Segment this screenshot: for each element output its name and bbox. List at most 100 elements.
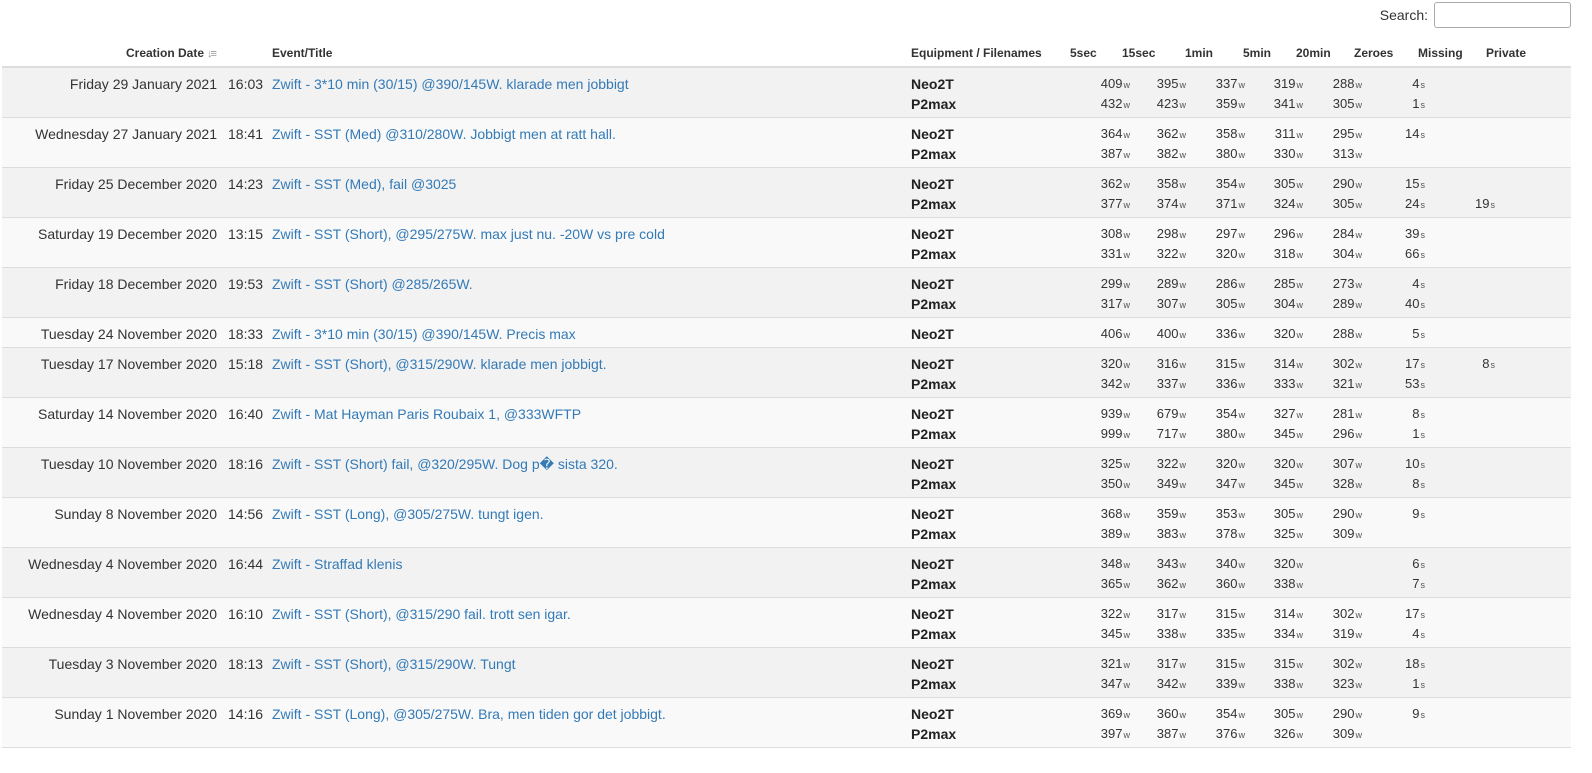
p5min-number: 326 [1273, 726, 1296, 741]
event-title-link[interactable]: Zwift - SST (Long), @305/275W. tungt ige… [272, 506, 544, 522]
p20min-number: 321 [1332, 376, 1355, 391]
equipment-name: Neo2T [911, 176, 954, 192]
event-title-link[interactable]: Zwift - SST (Short), @295/275W. max just… [272, 226, 665, 242]
p5min-number: 319 [1273, 76, 1296, 91]
power-unit: w [1123, 250, 1131, 260]
p20min-number: 302 [1332, 356, 1355, 371]
p20min-value: 295w [1333, 126, 1362, 141]
p15sec-value: 359w [1157, 506, 1186, 521]
equipment-name: P2max [911, 146, 957, 162]
seconds-unit: s [1420, 480, 1426, 490]
p5sec-value: 999w [1101, 426, 1130, 441]
search-input[interactable] [1434, 2, 1571, 28]
event-title-link[interactable]: Zwift - SST (Long), @305/275W. Bra, men … [272, 706, 666, 722]
p5sec-number: 377 [1100, 196, 1123, 211]
power-unit: w [1123, 230, 1131, 240]
power-unit: w [1355, 610, 1363, 620]
power-unit: w [1238, 460, 1246, 470]
header-equipment[interactable]: Equipment / Filenames [911, 46, 1042, 60]
p5sec-number: 432 [1100, 96, 1123, 111]
p5min-number: 305 [1273, 506, 1296, 521]
power-unit: w [1238, 250, 1246, 260]
p5sec-number: 406 [1100, 326, 1123, 341]
p15sec-value: 423w [1157, 96, 1186, 111]
p20min-value: 304w [1333, 246, 1362, 261]
header-20min[interactable]: 20min [1296, 46, 1331, 60]
p15sec-number: 383 [1156, 526, 1179, 541]
seconds-unit: s [1420, 380, 1426, 390]
p5sec-number: 348 [1100, 556, 1123, 571]
header-creation-date[interactable]: Creation Date ↓≡ [126, 46, 217, 60]
table-body: Friday 29 January 2021 16:03 Zwift - 3*10 … [2, 68, 1571, 748]
event-title-link[interactable]: Zwift - SST (Short), @315/290W. klarade … [272, 356, 607, 372]
header-5sec[interactable]: 5sec [1070, 46, 1097, 60]
p1min-value: 378w [1216, 526, 1245, 541]
event-title-link[interactable]: Zwift - SST (Med) @310/280W. Jobbigt men… [272, 126, 616, 142]
event-title-link[interactable]: Zwift - SST (Med), fail @3025 [272, 176, 456, 192]
power-unit: w [1238, 530, 1246, 540]
event-title-link[interactable]: Zwift - 3*10 min (30/15) @390/145W. klar… [272, 76, 629, 92]
p5sec-number: 364 [1100, 126, 1123, 141]
missing-value: 19s [1475, 196, 1495, 211]
zeroes-value: 5s [1412, 326, 1425, 341]
p15sec-value: 374w [1157, 196, 1186, 211]
header-event-title[interactable]: Event/Title [272, 46, 332, 60]
event-title-link[interactable]: Zwift - SST (Short), @315/290W. Tungt [272, 656, 516, 672]
power-unit: w [1123, 100, 1131, 110]
power-unit: w [1179, 730, 1187, 740]
zeroes-number: 4 [1412, 626, 1420, 641]
p1min-value: 380w [1216, 146, 1245, 161]
event-title-link[interactable]: Zwift - 3*10 min (30/15) @390/145W. Prec… [272, 326, 576, 342]
p15sec-number: 374 [1156, 196, 1179, 211]
p1min-number: 336 [1215, 376, 1238, 391]
p15sec-number: 317 [1156, 606, 1179, 621]
power-unit: w [1123, 330, 1131, 340]
event-title-link[interactable]: Zwift - Mat Hayman Paris Roubaix 1, @333… [272, 406, 581, 422]
power-unit: w [1123, 610, 1131, 620]
p15sec-number: 679 [1156, 406, 1179, 421]
power-unit: w [1296, 530, 1304, 540]
power-unit: w [1238, 410, 1246, 420]
header-private[interactable]: Private [1486, 46, 1526, 60]
power-unit: w [1238, 380, 1246, 390]
header-1min[interactable]: 1min [1185, 46, 1213, 60]
missing-number: 8 [1482, 356, 1490, 371]
seconds-unit: s [1420, 100, 1426, 110]
p5sec-value: 322w [1101, 606, 1130, 621]
p5min-value: 296w [1274, 226, 1303, 241]
equipment-name: P2max [911, 426, 957, 442]
zeroes-number: 1 [1412, 96, 1420, 111]
zeroes-number: 53 [1405, 376, 1420, 391]
power-unit: w [1123, 480, 1131, 490]
p5min-number: 334 [1273, 626, 1296, 641]
event-title-link[interactable]: Zwift - SST (Short), @315/290 fail. trot… [272, 606, 571, 622]
header-zeroes[interactable]: Zeroes [1354, 46, 1393, 60]
event-title-link[interactable]: Zwift - SST (Short) fail, @320/295W. Dog… [272, 456, 618, 473]
power-unit: w [1123, 630, 1131, 640]
p5sec-value: 377w [1101, 196, 1130, 211]
header-15sec[interactable]: 15sec [1122, 46, 1155, 60]
event-title-link[interactable]: Zwift - SST (Short) @285/265W. [272, 276, 473, 292]
power-unit: w [1179, 630, 1187, 640]
power-unit: w [1355, 680, 1363, 690]
p5min-value: 318w [1274, 246, 1303, 261]
seconds-unit: s [1420, 280, 1426, 290]
p5min-value: 320w [1274, 326, 1303, 341]
table-row: Tuesday 3 November 2020 18:13 Zwift - SST … [2, 648, 1571, 698]
p1min-number: 378 [1215, 526, 1238, 541]
p1min-number: 380 [1215, 146, 1238, 161]
p5sec-number: 345 [1100, 626, 1123, 641]
zeroes-number: 9 [1412, 506, 1420, 521]
p20min-number: 289 [1332, 296, 1355, 311]
power-unit: w [1179, 360, 1187, 370]
power-unit: w [1123, 660, 1131, 670]
seconds-unit: s [1420, 510, 1426, 520]
header-missing[interactable]: Missing [1418, 46, 1463, 60]
zeroes-number: 7 [1412, 576, 1420, 591]
p5min-value: 314w [1274, 356, 1303, 371]
power-unit: w [1179, 480, 1187, 490]
p5min-number: 341 [1273, 96, 1296, 111]
p1min-value: 315w [1216, 356, 1245, 371]
header-5min[interactable]: 5min [1243, 46, 1271, 60]
event-title-link[interactable]: Zwift - Straffad klenis [272, 556, 402, 572]
